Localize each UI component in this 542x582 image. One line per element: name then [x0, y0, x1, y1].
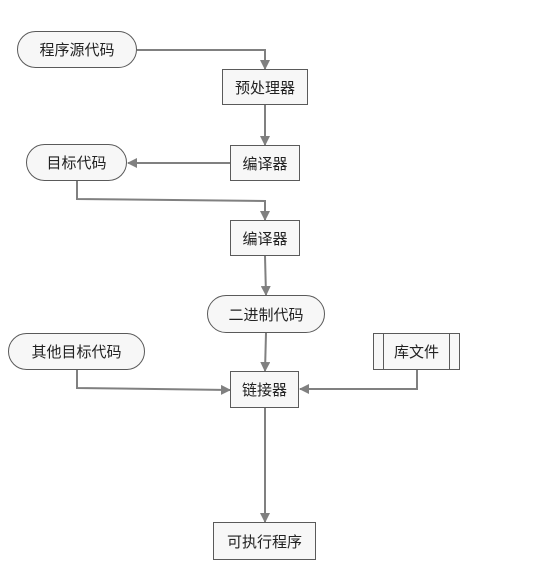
node-other-object-code: 其他目标代码 — [8, 333, 145, 370]
node-source-code: 程序源代码 — [17, 31, 137, 68]
edge-library-linker — [299, 370, 418, 394]
node-binary-code: 二进制代码 — [207, 295, 325, 333]
edge-binary-linker — [260, 332, 271, 372]
node-label: 目标代码 — [46, 154, 107, 172]
node-compiler-2: 编译器 — [230, 220, 300, 256]
node-compiler-1: 编译器 — [230, 145, 300, 181]
node-label: 编译器 — [242, 154, 288, 173]
node-label: 库文件 — [393, 343, 439, 361]
predefined-process-bar — [449, 334, 460, 369]
edge-other-linker — [76, 370, 231, 395]
node-object-code: 目标代码 — [26, 144, 127, 181]
node-label: 其他目标代码 — [31, 343, 122, 361]
edge-source-preprocessor — [137, 49, 270, 70]
node-preprocessor: 预处理器 — [222, 69, 308, 105]
node-label: 程序源代码 — [39, 41, 115, 59]
node-label: 编译器 — [242, 229, 288, 248]
predefined-process-bar — [373, 334, 384, 369]
node-label: 可执行程序 — [226, 532, 302, 551]
edge-object-code-compiler2 — [76, 181, 270, 221]
node-label: 链接器 — [241, 381, 287, 399]
node-executable: 可执行程序 — [213, 522, 316, 560]
node-library-file: 库文件 — [373, 333, 460, 370]
node-label: 预处理器 — [234, 78, 295, 97]
flowchart: 程序源代码 预处理器 编译器 目标代码 编译器 二进制代码 其他目标代码 库文件… — [0, 0, 542, 582]
node-label: 二进制代码 — [228, 305, 304, 324]
edge-compiler2-binary — [260, 255, 271, 296]
node-linker: 链接器 — [230, 371, 299, 408]
